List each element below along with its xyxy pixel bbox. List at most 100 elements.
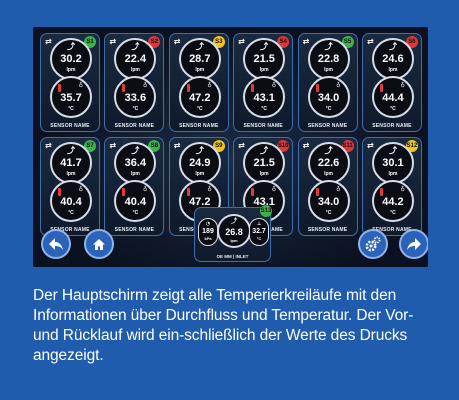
temp-unit: °C xyxy=(390,210,396,216)
sensor-card[interactable]: ⇄ S6 ⤴ 24.6 lpm ♁ 44.4 °C SENSOR NAME xyxy=(361,33,422,132)
flow-gauge: ⤴ 30.1 lpm xyxy=(371,142,414,184)
thermometer-icon xyxy=(315,84,319,92)
flow-value: 22.6 xyxy=(317,157,340,169)
flow-value: 21.5 xyxy=(253,157,275,169)
sensor-name: SENSOR NAME xyxy=(243,123,283,129)
temp-unit: °C xyxy=(68,106,74,112)
temp-unit: °C xyxy=(261,106,267,112)
faucet-icon: ⤴ xyxy=(67,146,75,155)
temp-value: 34.0 xyxy=(317,196,340,208)
thermometer-icon xyxy=(251,84,255,92)
pressure-gauge: ◔ 189 kPa xyxy=(198,218,218,246)
flow-value: 22.8 xyxy=(317,53,340,65)
thermometer-icon xyxy=(122,84,126,92)
temp-unit: °C xyxy=(68,210,74,216)
sensor-card[interactable]: ⇄ S11 ⤴ 22.6 lpm ♁ 34.0 °C SENSOR NAME xyxy=(297,137,358,236)
water-drop-icon: ♁ xyxy=(207,82,212,89)
sensor-grid: ⇄ S1 ⤴ 30.2 lpm ♁ 35.7 °C SENSOR NAME ⇄ … xyxy=(40,33,422,236)
forward-arrow-icon xyxy=(407,238,421,250)
temp-unit: °C xyxy=(132,106,139,112)
faucet-icon: ⤴ xyxy=(388,146,397,155)
temp-unit: °C xyxy=(325,106,332,112)
thermometer-icon xyxy=(186,84,190,92)
temp-gauge: ♁ 40.4 °C xyxy=(114,180,157,222)
faucet-icon: ⤴ xyxy=(260,146,269,155)
inlet-temp-gauge: ⊥ 32.7 °C xyxy=(249,218,269,246)
flow-value: 21.5 xyxy=(253,53,275,65)
flow-unit: lpm xyxy=(66,67,76,73)
water-drop-icon: ♁ xyxy=(271,186,277,193)
caption-text: Der Hauptschirm zeigt alle Temperierkrei… xyxy=(33,287,414,364)
flow-value: 28.7 xyxy=(189,53,211,65)
temp-gauge: ♁ 44.4 °C xyxy=(371,76,414,118)
temp-gauge: ♁ 33.6 °C xyxy=(114,76,157,118)
flow-unit: lpm xyxy=(66,171,76,177)
water-drop-icon: ♁ xyxy=(142,82,148,89)
faucet-icon: ⤴ xyxy=(131,146,140,155)
temp-unit: °C xyxy=(196,106,203,112)
sensor-name: SENSOR NAME xyxy=(179,123,219,129)
flow-gauge: ⤴ 41.7 lpm xyxy=(50,142,92,184)
flow-unit: lpm xyxy=(324,67,333,73)
water-drop-icon: ♁ xyxy=(142,186,148,193)
temp-gauge: ♁ 34.0 °C xyxy=(307,76,350,118)
pressure-icon: ◔ xyxy=(205,221,211,227)
home-icon xyxy=(93,238,105,250)
inlet-flow-value: 26.8 xyxy=(225,227,243,237)
temp-value: 40.4 xyxy=(60,196,82,208)
temp-gauge: ♁ 44.2 °C xyxy=(371,180,414,222)
flow-value: 30.1 xyxy=(382,157,404,169)
back-arrow-icon xyxy=(49,238,63,250)
temp-value: 44.4 xyxy=(382,92,404,104)
temp-unit: °C xyxy=(132,210,139,216)
sensor-card[interactable]: ⇄ S3 ⤴ 28.7 lpm ♁ 47.2 °C SENSOR NAME xyxy=(168,33,229,132)
settings-button[interactable] xyxy=(358,229,388,259)
faucet-icon: ⤴ xyxy=(195,146,204,155)
flow-value: 41.7 xyxy=(60,157,82,169)
flow-value: 36.4 xyxy=(124,157,147,169)
home-button[interactable] xyxy=(84,229,114,259)
temp-value: 33.6 xyxy=(124,92,147,104)
inlet-card[interactable]: S13 ◔ 189 kPa ⤴ 26.8 lpm ⊥ 32.7 °C OE MM… xyxy=(194,205,272,262)
water-drop-icon: ♁ xyxy=(336,82,341,89)
flow-unit: lpm xyxy=(388,171,398,177)
thermometer-icon xyxy=(379,84,383,92)
thermometer-icon xyxy=(58,84,61,92)
sensor-card[interactable]: ⇄ S4 ⤴ 21.5 lpm ♁ 43.1 °C SENSOR NAME xyxy=(233,33,294,132)
inlet-temp-unit: °C xyxy=(256,236,262,241)
temp-gauge: ♁ 40.4 °C xyxy=(50,180,92,222)
flow-unit: lpm xyxy=(388,67,398,73)
forward-button[interactable] xyxy=(399,229,428,259)
flow-value: 24.9 xyxy=(189,157,211,169)
thermometer-icon xyxy=(122,188,126,196)
temp-value: 44.2 xyxy=(382,196,404,208)
faucet-icon: ⤴ xyxy=(388,42,397,51)
back-button[interactable] xyxy=(41,229,71,259)
flow-value: 22.4 xyxy=(124,53,147,65)
water-drop-icon: ♁ xyxy=(400,186,405,193)
temp-value: 43.1 xyxy=(253,92,275,104)
faucet-icon: ⤴ xyxy=(195,42,204,51)
water-drop-icon: ♁ xyxy=(336,186,341,193)
sensor-name: SENSOR NAME xyxy=(372,123,412,129)
water-drop-icon: ♁ xyxy=(271,82,277,89)
inlet-flow-gauge: ⤴ 26.8 lpm xyxy=(217,214,251,248)
flow-unit: lpm xyxy=(259,171,269,177)
sensor-card[interactable]: ⇄ S8 ⤴ 36.4 lpm ♁ 40.4 °C SENSOR NAME xyxy=(104,137,165,236)
flow-gauge: ⤴ 22.4 lpm xyxy=(114,38,157,80)
pressure-value: 189 xyxy=(202,228,214,235)
sensor-card[interactable]: ⇄ S2 ⤴ 22.4 lpm ♁ 33.6 °C SENSOR NAME xyxy=(104,33,165,132)
sensor-card[interactable]: ⇄ S12 ⤴ 30.1 lpm ♁ 44.2 °C SENSOR NAME xyxy=(361,137,422,236)
temp-gauge: ♁ 43.1 °C xyxy=(243,76,286,118)
sensor-card[interactable]: ⇄ S5 ⤴ 22.8 lpm ♁ 34.0 °C SENSOR NAME xyxy=(297,33,358,132)
flow-gauge: ⤴ 24.6 lpm xyxy=(371,38,414,80)
flow-gauge: ⤴ 30.2 lpm xyxy=(50,38,92,80)
flow-value: 30.2 xyxy=(60,53,82,65)
sensor-card[interactable]: ⇄ S7 ⤴ 41.7 lpm ♁ 40.4 °C SENSOR NAME xyxy=(40,137,100,236)
temp-value: 47.2 xyxy=(189,92,211,104)
sensor-card[interactable]: ⇄ S1 ⤴ 30.2 lpm ♁ 35.7 °C SENSOR NAME xyxy=(40,33,100,132)
temp-gauge: ♁ 47.2 °C xyxy=(178,76,221,118)
thermometer-icon xyxy=(379,188,383,196)
faucet-icon: ⤴ xyxy=(230,218,237,225)
temp-gauge: ♁ 35.7 °C xyxy=(50,76,92,118)
